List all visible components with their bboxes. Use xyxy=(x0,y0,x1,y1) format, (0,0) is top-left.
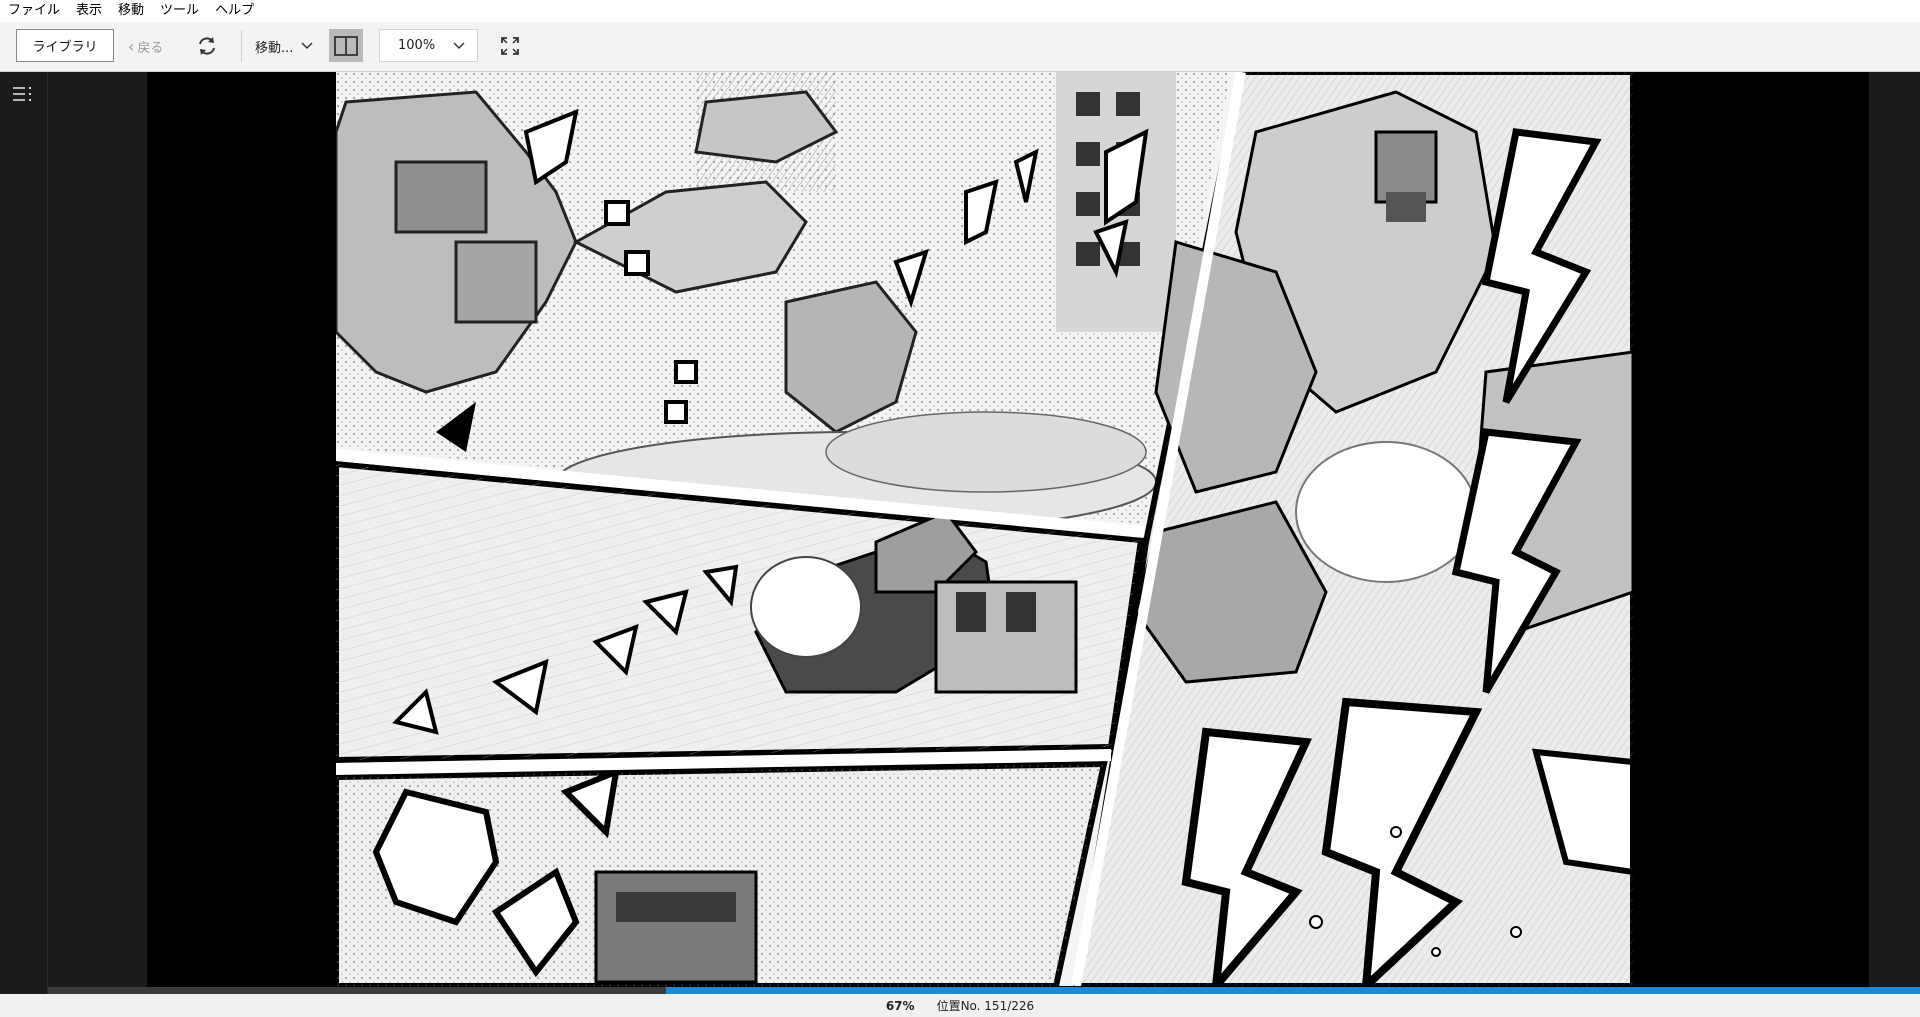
menu-view[interactable]: 表示 xyxy=(68,0,110,22)
right-margin xyxy=(1869,72,1920,994)
refresh-button[interactable] xyxy=(196,35,218,57)
move-label: 移動... xyxy=(255,40,294,56)
two-page-spread-button[interactable] xyxy=(329,29,363,62)
back-label: 戻る xyxy=(137,40,164,56)
chevron-down-icon xyxy=(301,42,313,50)
chevron-left-icon: ‹ xyxy=(128,36,135,56)
menu-tools[interactable]: ツール xyxy=(152,0,207,22)
reading-progress-bar[interactable] xyxy=(48,987,1920,994)
progress-percent: 67% xyxy=(885,998,915,1013)
toolbar-divider xyxy=(241,30,242,62)
menu-go[interactable]: 移動 xyxy=(110,0,152,22)
left-sidebar xyxy=(0,72,48,994)
toc-button[interactable] xyxy=(13,86,35,102)
back-button[interactable]: ‹ 戻る xyxy=(128,36,163,56)
refresh-icon xyxy=(199,37,215,55)
fullscreen-icon xyxy=(501,37,519,55)
table-of-contents-icon xyxy=(13,87,31,101)
menu-bar: ファイル 表示 移動 ツール ヘルプ xyxy=(0,0,1920,22)
zoom-value: 100% xyxy=(398,38,436,53)
menu-file[interactable]: ファイル xyxy=(0,0,68,22)
toolbar: ライブラリ ‹ 戻る 移動... 100% xyxy=(0,22,1920,72)
move-dropdown[interactable]: 移動... xyxy=(255,35,313,57)
menu-help[interactable]: ヘルプ xyxy=(207,0,262,22)
manga-illustration xyxy=(336,72,1633,986)
library-button[interactable]: ライブラリ xyxy=(16,29,114,62)
fullscreen-button[interactable] xyxy=(500,36,520,56)
chevron-down-icon xyxy=(453,41,465,49)
two-page-spread-icon xyxy=(334,35,358,56)
status-bar: 67% 位置No. 151/226 xyxy=(0,994,1920,1017)
location-indicator: 位置No. 151/226 xyxy=(936,999,1035,1013)
manga-page-spread[interactable] xyxy=(336,72,1633,986)
zoom-dropdown[interactable]: 100% xyxy=(379,29,478,62)
reading-progress-fill xyxy=(666,987,1920,994)
